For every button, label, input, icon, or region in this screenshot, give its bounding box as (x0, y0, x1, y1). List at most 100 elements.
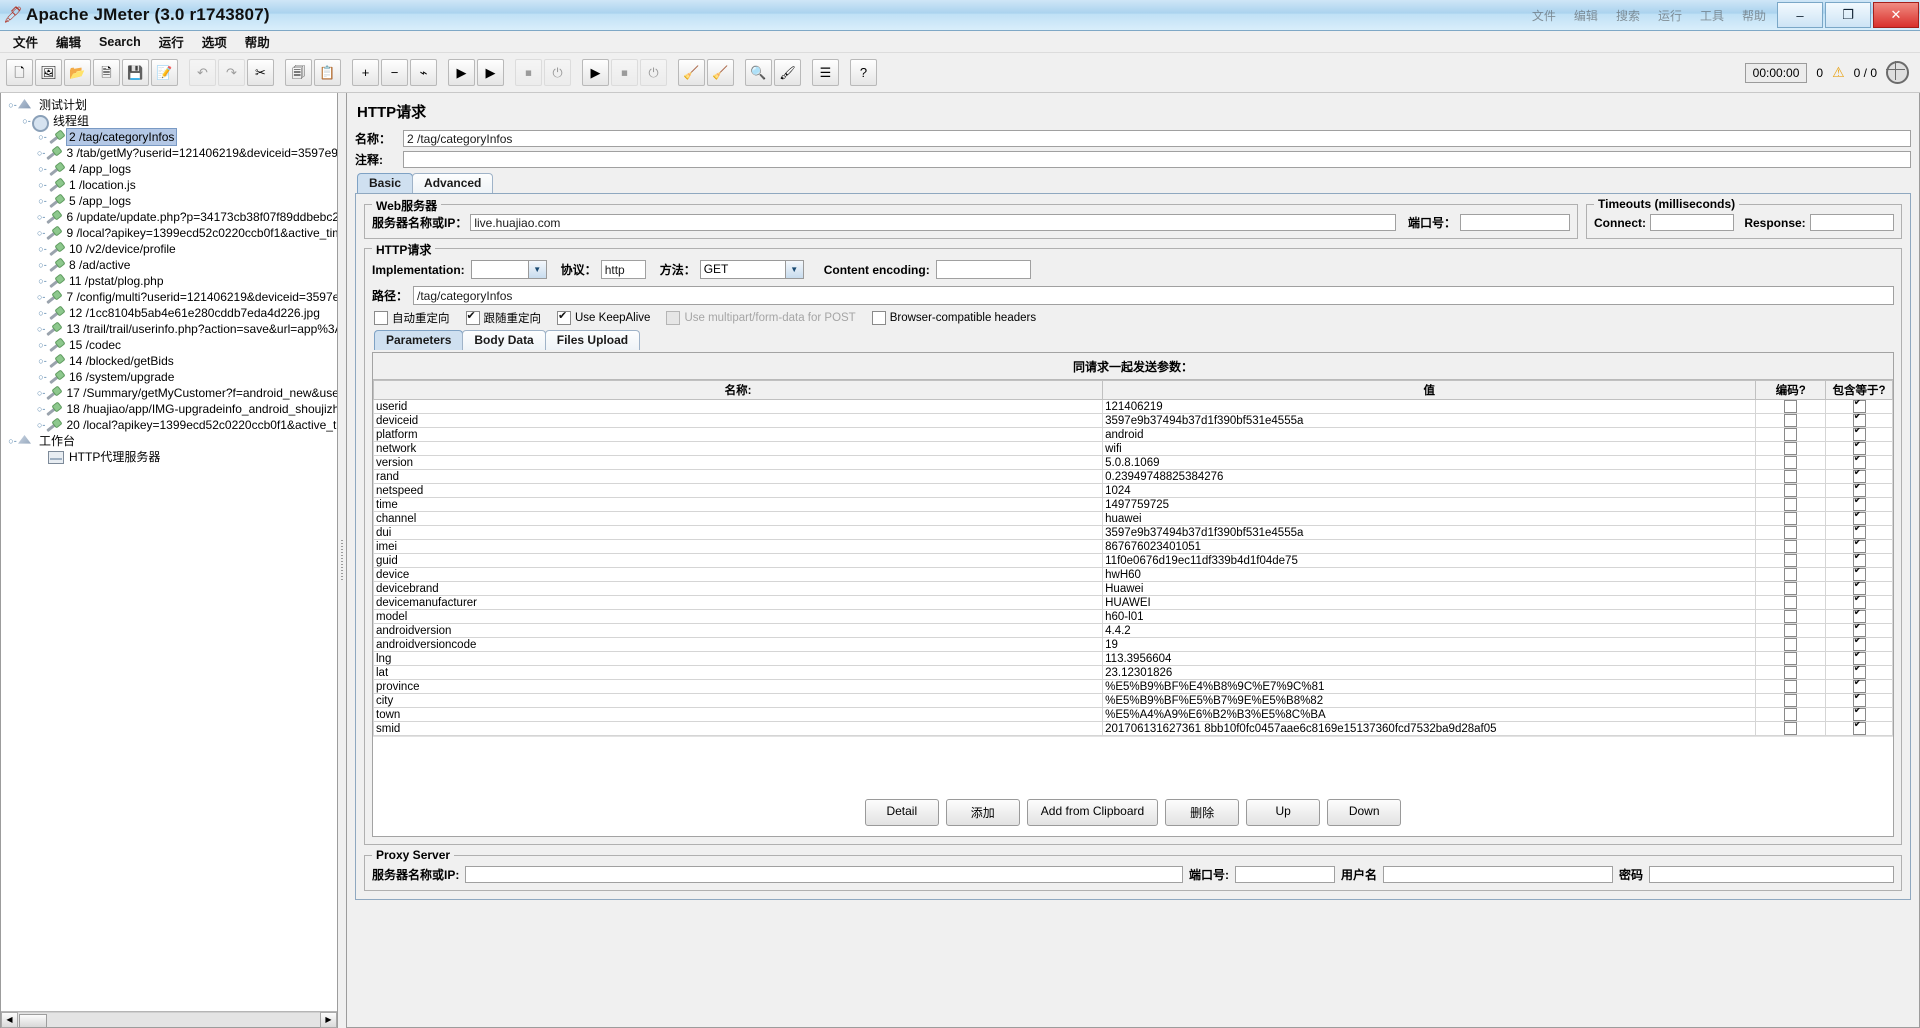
param-name-cell[interactable]: imei (372, 539, 1104, 554)
checkbox-icon[interactable] (1852, 456, 1866, 469)
param-encode-cell[interactable] (1755, 721, 1827, 736)
param-include-equals-cell[interactable] (1825, 609, 1893, 624)
checkbox-icon[interactable] (374, 311, 388, 325)
checkbox-icon[interactable] (1852, 498, 1866, 511)
new-icon[interactable]: 🗋 (6, 59, 33, 86)
tree-expand-handle-icon[interactable]: ○- (37, 177, 48, 193)
param-value-cell[interactable]: huawei (1102, 511, 1757, 526)
param-include-equals-cell[interactable] (1825, 581, 1893, 596)
checkbox-icon[interactable] (1852, 484, 1866, 497)
tree-expand-handle-icon[interactable]: ○- (37, 257, 48, 273)
param-value-cell[interactable]: 121406219 (1102, 399, 1757, 414)
param-include-equals-cell[interactable] (1825, 707, 1893, 722)
table-row[interactable]: smid 201706131627361 8bb10f0fc0457aae6c81… (372, 721, 1893, 736)
proxy-pass-input[interactable] (1649, 866, 1894, 883)
save-icon[interactable]: 💾 (122, 59, 149, 86)
expand-all-icon[interactable]: + (352, 59, 379, 86)
tree-expand-handle-icon[interactable]: ○- (7, 97, 18, 113)
param-name-cell[interactable]: lat (372, 665, 1104, 680)
tree-node-sampler-12[interactable]: ○- 13 /trail/trail/userinfo.php?action=sa… (1, 321, 337, 337)
tree-node-sampler-10[interactable]: ○- 7 /config/multi?userid=121406219&devic… (1, 289, 337, 305)
param-include-equals-cell[interactable] (1825, 511, 1893, 526)
tree-node-sampler-14[interactable]: ○- 14 /blocked/getBids (1, 353, 337, 369)
param-encode-cell[interactable] (1755, 609, 1827, 624)
param-encode-cell[interactable] (1755, 441, 1827, 456)
menu-file[interactable]: 文件 (4, 30, 47, 53)
table-row[interactable]: time 1497759725 (372, 497, 1893, 512)
tree-expand-handle-icon[interactable]: ○- (21, 113, 32, 129)
param-include-equals-cell[interactable] (1825, 497, 1893, 512)
param-include-equals-cell[interactable] (1825, 399, 1893, 414)
proxy-port-input[interactable] (1234, 866, 1335, 883)
col-encode[interactable]: 编码? (1755, 380, 1827, 400)
templates-icon[interactable]: 🖼 (35, 59, 62, 86)
table-row[interactable]: userid 121406219 (372, 399, 1893, 414)
tree-expand-handle-icon[interactable]: ○- (37, 385, 45, 401)
cut-icon[interactable]: ✂ (247, 59, 274, 86)
param-name-cell[interactable]: devicebrand (372, 581, 1104, 596)
param-value-cell[interactable]: 19 (1102, 637, 1757, 652)
tree-node-http-proxy-server[interactable]: HTTP代理服务器 (1, 449, 337, 465)
param-encode-cell[interactable] (1755, 707, 1827, 722)
param-value-cell[interactable]: 11f0e0676d19ec11df339b4d1f04de75 (1102, 553, 1757, 568)
checkbox-icon[interactable] (1852, 568, 1866, 581)
tree-node-test-plan[interactable]: ○- 测试计划 (1, 97, 337, 113)
col-include-equals[interactable]: 包含等于? (1825, 380, 1893, 400)
http-option-2[interactable]: Use KeepAlive (557, 309, 661, 325)
param-encode-cell[interactable] (1755, 567, 1827, 582)
tree-node-sampler-13[interactable]: ○- 15 /codec (1, 337, 337, 353)
tree-expand-handle-icon[interactable]: ○- (37, 417, 45, 433)
protocol-input[interactable]: http (600, 260, 646, 279)
param-include-equals-cell[interactable] (1825, 539, 1893, 554)
param-value-cell[interactable]: hwH60 (1102, 567, 1757, 582)
menu-run[interactable]: 运行 (150, 30, 193, 53)
param-encode-cell[interactable] (1755, 455, 1827, 470)
param-include-equals-cell[interactable] (1825, 441, 1893, 456)
param-include-equals-cell[interactable] (1825, 637, 1893, 652)
server-port-input[interactable] (1460, 214, 1570, 231)
help-icon[interactable]: ? (850, 59, 877, 86)
tree-node-sampler-0[interactable]: ○- 2 /tag/categoryInfos (1, 128, 337, 146)
table-row[interactable]: city %E5%B9%BF%E5%B7%9E%E5%B8%82 (372, 693, 1893, 708)
table-row[interactable]: androidversion 4.4.2 (372, 623, 1893, 638)
table-row[interactable]: devicebrand Huawei (372, 581, 1893, 596)
tree-expand-handle-icon[interactable]: ○- (37, 225, 45, 241)
param-name-cell[interactable]: smid (372, 721, 1104, 736)
http-option-1[interactable]: 跟随重定向 (465, 309, 553, 326)
pane-splitter[interactable] (338, 93, 346, 1028)
checkbox-icon[interactable] (557, 309, 571, 325)
table-row[interactable]: network wifi (372, 441, 1893, 456)
param-value-cell[interactable]: 113.3956604 (1102, 651, 1757, 666)
param-encode-cell[interactable] (1755, 637, 1827, 652)
param-name-cell[interactable]: channel (372, 511, 1104, 526)
param-encode-cell[interactable] (1755, 595, 1827, 610)
checkbox-icon[interactable] (1852, 428, 1866, 441)
tree-node-sampler-11[interactable]: ○- 12 /1cc8104b5ab4e61e280cddb7eda4d226.j… (1, 305, 337, 321)
checkbox-icon[interactable] (1784, 526, 1798, 539)
function-helper-icon[interactable]: ☰ (812, 59, 839, 86)
scroll-left-arrow-icon[interactable]: ◀ (1, 1011, 18, 1028)
param-name-cell[interactable]: deviceid (372, 413, 1104, 428)
param-name-cell[interactable]: time (372, 497, 1104, 512)
clear-all-icon[interactable]: 🧹 (707, 59, 734, 86)
tree-node-sampler-17[interactable]: ○- 18 /huajiao/app/IMG-upgradeinfo_androi… (1, 401, 337, 417)
menu-help[interactable]: 帮助 (236, 30, 279, 53)
scroll-right-arrow-icon[interactable]: ▶ (320, 1011, 337, 1028)
table-row[interactable]: dui 3597e9b37494b37d1f390bf531e4555a (372, 525, 1893, 540)
checkbox-icon[interactable] (1784, 400, 1798, 413)
paste-icon[interactable]: 📋 (314, 59, 341, 86)
tree-expand-handle-icon[interactable]: ○- (37, 145, 45, 161)
server-host-input[interactable]: live.huajiao.com (470, 214, 1396, 231)
table-row[interactable]: version 5.0.8.1069 (372, 455, 1893, 470)
checkbox-icon[interactable] (1784, 666, 1798, 679)
param-value-cell[interactable]: h60-l01 (1102, 609, 1757, 624)
up-button[interactable]: Up (1246, 799, 1321, 826)
col-name[interactable]: 名称: (372, 380, 1104, 400)
checkbox-icon[interactable] (1784, 470, 1798, 483)
table-row[interactable]: lng 113.3956604 (372, 651, 1893, 666)
checkbox-icon[interactable] (1784, 624, 1798, 637)
maximize-button[interactable]: ❐ (1825, 2, 1871, 28)
close-icon[interactable]: 🗎 (93, 59, 120, 86)
checkbox-icon[interactable] (1852, 400, 1866, 413)
menu-search[interactable]: Search (90, 33, 150, 51)
